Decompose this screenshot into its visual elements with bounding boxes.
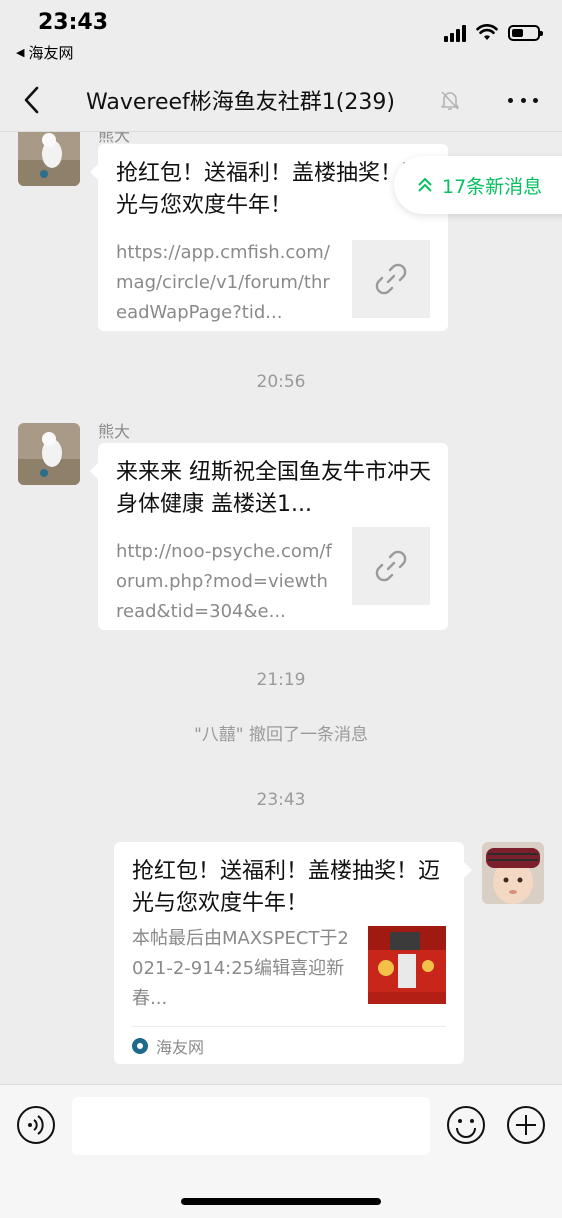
avatar-image — [482, 842, 544, 904]
home-indicator — [181, 1198, 381, 1205]
more-icon[interactable] — [508, 88, 538, 112]
link-card-title: 抢红包！送福利！盖楼抽奖！迈光与您欢度牛年！ — [116, 161, 425, 218]
new-messages-label: 17条新消息 — [442, 175, 543, 198]
article-card-title: 抢红包！送福利！盖楼抽奖！迈光与您欢度牛年！ — [132, 859, 441, 916]
link-card-message[interactable]: 来来来 纽斯祝全国鱼友牛市冲天 身体健康 盖楼送1... http://noo-… — [90, 443, 448, 630]
back-app-label: 海友网 — [28, 44, 74, 62]
link-icon — [375, 263, 407, 295]
status-time: 23:43 — [38, 10, 109, 35]
avatar-self[interactable] — [482, 842, 544, 904]
emoji-icon[interactable] — [446, 1105, 486, 1145]
timestamp: 21:19 — [256, 670, 306, 690]
voice-icon[interactable] — [16, 1105, 56, 1145]
avatar-image — [18, 423, 80, 485]
link-icon — [375, 550, 407, 582]
double-chevron-up-icon — [418, 177, 432, 192]
article-card-message[interactable]: 抢红包！送福利！盖楼抽奖！迈光与您欢度牛年！ 本帖最后由MAXSPECT于202… — [114, 842, 472, 1064]
back-to-app-link[interactable]: ◀ 海友网 — [16, 42, 73, 63]
avatar-xiongda[interactable] — [18, 132, 80, 186]
sender-name: 熊大 — [98, 422, 131, 441]
article-source: 海友网 — [132, 1026, 446, 1064]
link-card-url: http://noo-psyche.com/forum.php?mod=view… — [116, 541, 332, 622]
timestamp: 23:43 — [256, 790, 306, 810]
article-thumbnail-image — [368, 926, 446, 1004]
recall-notice: "八囍" 撤回了一条消息 — [193, 725, 369, 745]
back-triangle-icon: ◀ — [16, 46, 25, 59]
status-bar: 23:43 ◀ 海友网 — [0, 0, 562, 70]
source-label: 海友网 — [156, 1037, 205, 1057]
new-messages-pill[interactable]: 17条新消息 — [394, 156, 562, 214]
link-thumbnail — [352, 240, 430, 318]
link-card-url: https://app.cmfish.com/mag/circle/v1/for… — [116, 242, 330, 323]
link-card-message[interactable]: 抢红包！送福利！盖楼抽奖！迈光与您欢度牛年！ https://app.cmfis… — [90, 144, 448, 331]
message-input[interactable] — [72, 1097, 430, 1155]
status-icons — [444, 24, 543, 42]
link-thumbnail — [352, 527, 430, 605]
article-card-summary: 本帖最后由MAXSPECT于2021-2-914:25编辑喜迎新春... — [132, 928, 349, 1009]
link-card-title: 来来来 纽斯祝全国鱼友牛市冲天 身体健康 盖楼送1... — [116, 460, 431, 517]
chat-area[interactable]: 熊大 抢红包！送福利！盖楼抽奖！迈光与您欢度牛年！ https://app.cm… — [0, 132, 562, 1084]
mute-bell-icon — [441, 91, 459, 110]
back-chevron-icon[interactable] — [14, 82, 50, 118]
avatar-xiongda[interactable] — [18, 423, 80, 485]
wifi-icon — [476, 24, 498, 40]
avatar-image — [18, 132, 80, 186]
source-logo-icon — [132, 1037, 148, 1054]
battery-icon — [508, 25, 543, 41]
cellular-signal-icon — [444, 24, 466, 42]
nav-bar: Wavereef彬海鱼友社群1(239) — [0, 70, 562, 132]
chat-title: Wavereef彬海鱼友社群1(239) — [86, 90, 395, 115]
article-thumbnail — [368, 926, 446, 1004]
add-icon[interactable] — [506, 1105, 546, 1145]
timestamp: 20:56 — [256, 372, 306, 392]
